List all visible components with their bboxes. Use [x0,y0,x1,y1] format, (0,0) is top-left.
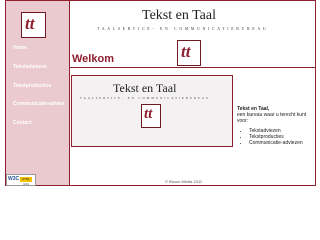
frame-right-border [315,0,316,186]
intro-text: een bureau waar u terecht kunt voor: [237,112,307,124]
html-version-label: HTML 4.01 [20,177,32,186]
frame-top-border [5,0,316,1]
banner-brand-title: Tekst en Taal [113,81,177,95]
nav-item-tekstproducties[interactable]: Tekstproducties [13,83,51,89]
title-divider [70,67,315,68]
list-item: Communicatie-adviezen [249,140,303,146]
footer-copyright: © Bloom Media 2011 [165,179,203,184]
monogram-glyph: tt [25,14,35,33]
nav-item-contact[interactable]: Contact [13,120,32,126]
w3c-validation-badge[interactable]: W3C HTML 4.01 [6,174,36,186]
services-list: Tekstadviezen Tekstproducties Communicat… [244,128,303,146]
w3c-logo: W3C [8,176,20,182]
banner-image: Tekst en Taal TAALSERVICE- EN COMMUNICAT… [71,75,233,147]
nav-item-home[interactable]: Home [13,45,27,51]
header-logo: tt [177,40,201,66]
nav-item-communicatie-advies[interactable]: Communicatie-advies [13,101,65,107]
header-brand-title: Tekst en Taal [142,8,216,23]
nav-item-tekstadviezen[interactable]: Tekstadviezen [13,64,47,70]
sidebar-divider [69,0,70,185]
header-brand-tagline: TAALSERVICE- EN COMMUNICATIEBUREAU [97,26,269,31]
sidebar-logo[interactable]: tt [21,12,46,38]
banner-brand-tagline: TAALSERVICE- EN COMMUNICATIEBUREAU [80,96,211,100]
monogram-glyph: tt [144,106,153,122]
monogram-glyph: tt [181,42,191,61]
page-title: Welkom [72,53,114,65]
banner-logo: tt [141,104,161,128]
frame-bottom-border [5,185,316,186]
frame-left-border [5,0,6,185]
